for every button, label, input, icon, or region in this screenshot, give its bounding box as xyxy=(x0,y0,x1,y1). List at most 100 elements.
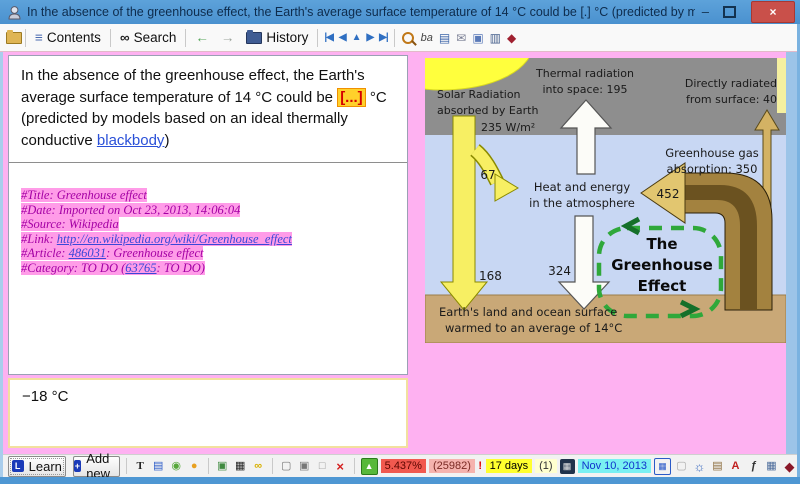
calendar-icon[interactable]: ▦ xyxy=(560,459,575,474)
element-count-badge[interactable]: (25982) xyxy=(429,459,475,473)
nav-next-button[interactable]: ▶ xyxy=(366,32,373,43)
help-red-book-icon[interactable]: ◆ xyxy=(507,31,516,45)
question-before-cloze: In the absence of the greenhouse effect,… xyxy=(21,67,365,106)
reference-books-icon[interactable]: ▤ xyxy=(710,459,725,474)
add-new-button[interactable]: + Add new xyxy=(73,456,120,477)
status-separator xyxy=(354,458,355,474)
solar-label-3: 235 W/m² xyxy=(481,121,535,134)
forward-button[interactable]: → xyxy=(215,28,241,47)
meta-category-line: #Category: TO DO (63765: TO DO) xyxy=(21,261,395,276)
learn-icon: L xyxy=(12,460,24,472)
mail-icon[interactable]: ✉ xyxy=(456,31,466,45)
ghg-label-1: Greenhouse gas xyxy=(665,146,759,160)
learn-button[interactable]: L Learn xyxy=(8,456,66,477)
toolbar-separator xyxy=(110,29,111,47)
heat-label-2: in the atmosphere xyxy=(529,196,635,210)
greenhouse-diagram-image[interactable]: Solar Radiation absorbed by Earth 235 W/… xyxy=(425,58,786,343)
value-67: 67 xyxy=(480,168,495,182)
screen-icon[interactable]: ▦ xyxy=(233,459,248,474)
app-icon xyxy=(7,5,22,20)
effect-label-2: Greenhouse xyxy=(611,256,713,274)
category-id-link[interactable]: 63765 xyxy=(125,261,156,275)
metadata-block: #Title: Greenhouse effect #Date: Importe… xyxy=(21,188,395,275)
ghg-label-2: absorption: 350 xyxy=(667,162,758,176)
gear-globe-icon[interactable]: ☼ xyxy=(692,459,707,474)
surface-label-2: warmed to an average of 14°C xyxy=(445,321,622,335)
next-repetition-date[interactable]: Nov 10, 2013 xyxy=(578,459,651,473)
history-button[interactable]: History xyxy=(240,28,314,47)
nav-first-button[interactable]: |◀ xyxy=(324,32,333,43)
titlebar: In the absence of the greenhouse effect,… xyxy=(0,0,800,24)
direct-label-1: Directly radiated xyxy=(685,77,777,90)
frame-icon[interactable]: □ xyxy=(315,459,330,474)
wikipedia-link[interactable]: http://en.wikipedia.org/wiki/Greenhouse_… xyxy=(57,232,292,246)
find-text-icon[interactable]: ba xyxy=(421,32,433,44)
calendar-day-icon[interactable]: ▦ xyxy=(654,458,671,475)
toolbar-separator xyxy=(394,29,395,47)
add-new-icon: + xyxy=(74,460,82,472)
nav-up-button[interactable]: ▲ xyxy=(352,32,361,43)
minimize-button[interactable]: – xyxy=(702,2,709,22)
image-icon[interactable]: ▣ xyxy=(215,459,230,474)
contents-label: Contents xyxy=(47,30,101,45)
functions-icon[interactable]: ƒ xyxy=(746,459,761,474)
read-book-icon[interactable]: ▤ xyxy=(439,31,450,45)
value-168: 168 xyxy=(479,269,502,283)
direct-label-2: from surface: 40 xyxy=(686,93,777,106)
status-separator xyxy=(208,458,209,474)
copy-icon[interactable]: ▢ xyxy=(279,459,294,474)
toolbar-separator xyxy=(317,29,318,47)
statistics-icon[interactable]: A xyxy=(728,459,743,474)
question-divider xyxy=(9,162,407,163)
duplicate-icon[interactable]: ▣ xyxy=(297,459,312,474)
window-bottom-border xyxy=(0,477,800,484)
status-toolbar: L Learn + Add new T ▤ ◉ ● ▣ ▦ ∞ ▢ ▣ □ × … xyxy=(0,454,800,477)
toolbar-separator xyxy=(25,29,26,47)
workspace-icon[interactable]: ▦ xyxy=(764,459,779,474)
exclamation-icon[interactable]: ! xyxy=(478,460,483,472)
template-book-icon[interactable]: ▤ xyxy=(151,459,166,474)
maximize-button[interactable] xyxy=(723,6,736,18)
value-324: 324 xyxy=(548,264,571,278)
priority-icon[interactable]: ▲ xyxy=(361,458,378,475)
open-collection-icon[interactable] xyxy=(6,32,22,44)
meta-source-line: #Source: Wikipedia xyxy=(21,217,395,232)
question-after-link: ) xyxy=(164,132,169,149)
meta-date-line: #Date: Imported on Oct 23, 2013, 14:06:0… xyxy=(21,203,395,218)
main-toolbar: ≡ Contents ∞ Search ← → History |◀ ◀ ▲ ▶… xyxy=(0,24,800,52)
nav-prev-button[interactable]: ◀ xyxy=(339,32,346,43)
binoculars-icon: ∞ xyxy=(120,30,130,45)
zoom-icon[interactable] xyxy=(402,32,414,44)
blackbody-link[interactable]: blackbody xyxy=(97,132,165,149)
clock-icon[interactable]: ● xyxy=(187,459,202,474)
image-edge-strip xyxy=(777,58,786,113)
page-icon[interactable]: ▢ xyxy=(674,459,689,474)
question-text: In the absence of the greenhouse effect,… xyxy=(9,56,407,151)
retention-badge[interactable]: 5.437% xyxy=(381,459,426,473)
app-window: In the absence of the greenhouse effect,… xyxy=(0,0,800,484)
answer-panel[interactable]: −18 °C xyxy=(8,378,408,448)
glasses-icon[interactable]: ∞ xyxy=(251,459,266,474)
queue-count-badge[interactable]: (1) xyxy=(535,459,556,473)
search-button[interactable]: ∞ Search xyxy=(114,28,182,47)
answer-text: −18 °C xyxy=(22,388,68,405)
status-separator xyxy=(272,458,273,474)
effect-label-3: Effect xyxy=(638,277,687,295)
interval-badge[interactable]: 17 days xyxy=(486,459,533,473)
contents-button[interactable]: ≡ Contents xyxy=(29,28,107,47)
cascade-windows-icon[interactable]: ▣ xyxy=(472,31,483,45)
window-title: In the absence of the greenhouse effect,… xyxy=(27,5,695,19)
heat-label-1: Heat and energy xyxy=(534,180,630,194)
help-book-icon[interactable]: ◆ xyxy=(782,459,797,474)
notes-icon[interactable]: ▥ xyxy=(490,31,501,45)
nav-last-button[interactable]: ▶| xyxy=(379,32,388,43)
close-button[interactable]: × xyxy=(751,1,795,23)
text-format-icon[interactable]: T xyxy=(133,459,148,474)
article-id-link[interactable]: 486031 xyxy=(69,246,107,260)
delete-icon[interactable]: × xyxy=(333,459,348,474)
question-panel[interactable]: In the absence of the greenhouse effect,… xyxy=(8,55,408,375)
meta-article-line: #Article: 486031: Greenhouse effect xyxy=(21,246,395,261)
green-globe-icon[interactable]: ◉ xyxy=(169,459,184,474)
back-button[interactable]: ← xyxy=(189,28,215,47)
thermal-label-1: Thermal radiation xyxy=(535,67,634,80)
